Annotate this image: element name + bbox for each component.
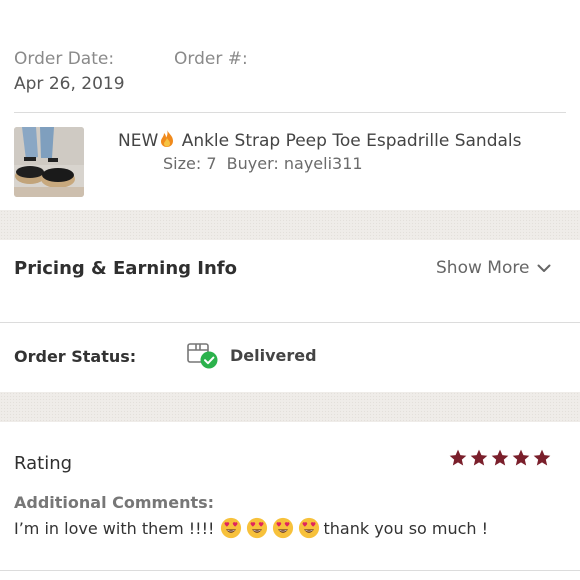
heart-eyes-emoji-icon: [298, 517, 319, 539]
pricing-divider: [0, 322, 580, 323]
order-header: Order Date: Apr 26, 2019 Order #: NEW An…: [0, 0, 580, 210]
section-gap: [0, 210, 580, 240]
order-date-label: Order Date:: [14, 49, 115, 69]
bottom-divider: [0, 570, 580, 571]
heart-eyes-emoji-icon: [220, 517, 241, 539]
comment-end: thank you so much !: [323, 519, 489, 538]
star-icon: [449, 449, 467, 466]
product-title[interactable]: NEW Ankle Strap Peep Toe Espadrille Sand…: [118, 128, 522, 153]
product-thumbnail[interactable]: [14, 127, 84, 197]
order-date-value: Apr 26, 2019: [14, 74, 125, 94]
comment-start: I’m in love with them !!!!: [14, 519, 215, 538]
order-number-label: Order #:: [174, 49, 248, 69]
product-size: Size: 7: [163, 154, 217, 173]
product-buyer: Buyer: nayeli311: [226, 154, 363, 173]
new-label: NEW: [118, 131, 159, 151]
heart-eyes-emoji-icon: [272, 517, 293, 539]
header-divider: [14, 112, 566, 113]
product-title-text: Ankle Strap Peep Toe Espadrille Sandals: [181, 131, 522, 151]
chevron-down-icon: [537, 264, 551, 273]
star-icon: [512, 449, 530, 466]
star-icon: [491, 449, 509, 466]
star-rating: [448, 448, 552, 468]
section-gap: [0, 392, 580, 422]
pricing-title: Pricing & Earning Info: [14, 258, 237, 279]
package-delivered-icon: [186, 341, 220, 371]
heart-eyes-emoji-icon: [246, 517, 267, 539]
additional-comments-label: Additional Comments:: [14, 493, 215, 512]
show-more-button[interactable]: Show More: [436, 258, 551, 278]
star-icon: [533, 449, 551, 466]
comment-emojis: [220, 517, 324, 539]
star-icon: [470, 449, 488, 466]
rating-title: Rating: [14, 453, 73, 474]
fire-icon: [158, 128, 176, 153]
show-more-label: Show More: [436, 258, 530, 278]
order-status-value: Delivered: [230, 346, 317, 365]
order-status-label: Order Status:: [14, 347, 137, 366]
product-meta: Size: 7 Buyer: nayeli311: [163, 154, 363, 173]
comment-text: I’m in love with them !!!! thank you so …: [14, 517, 488, 539]
